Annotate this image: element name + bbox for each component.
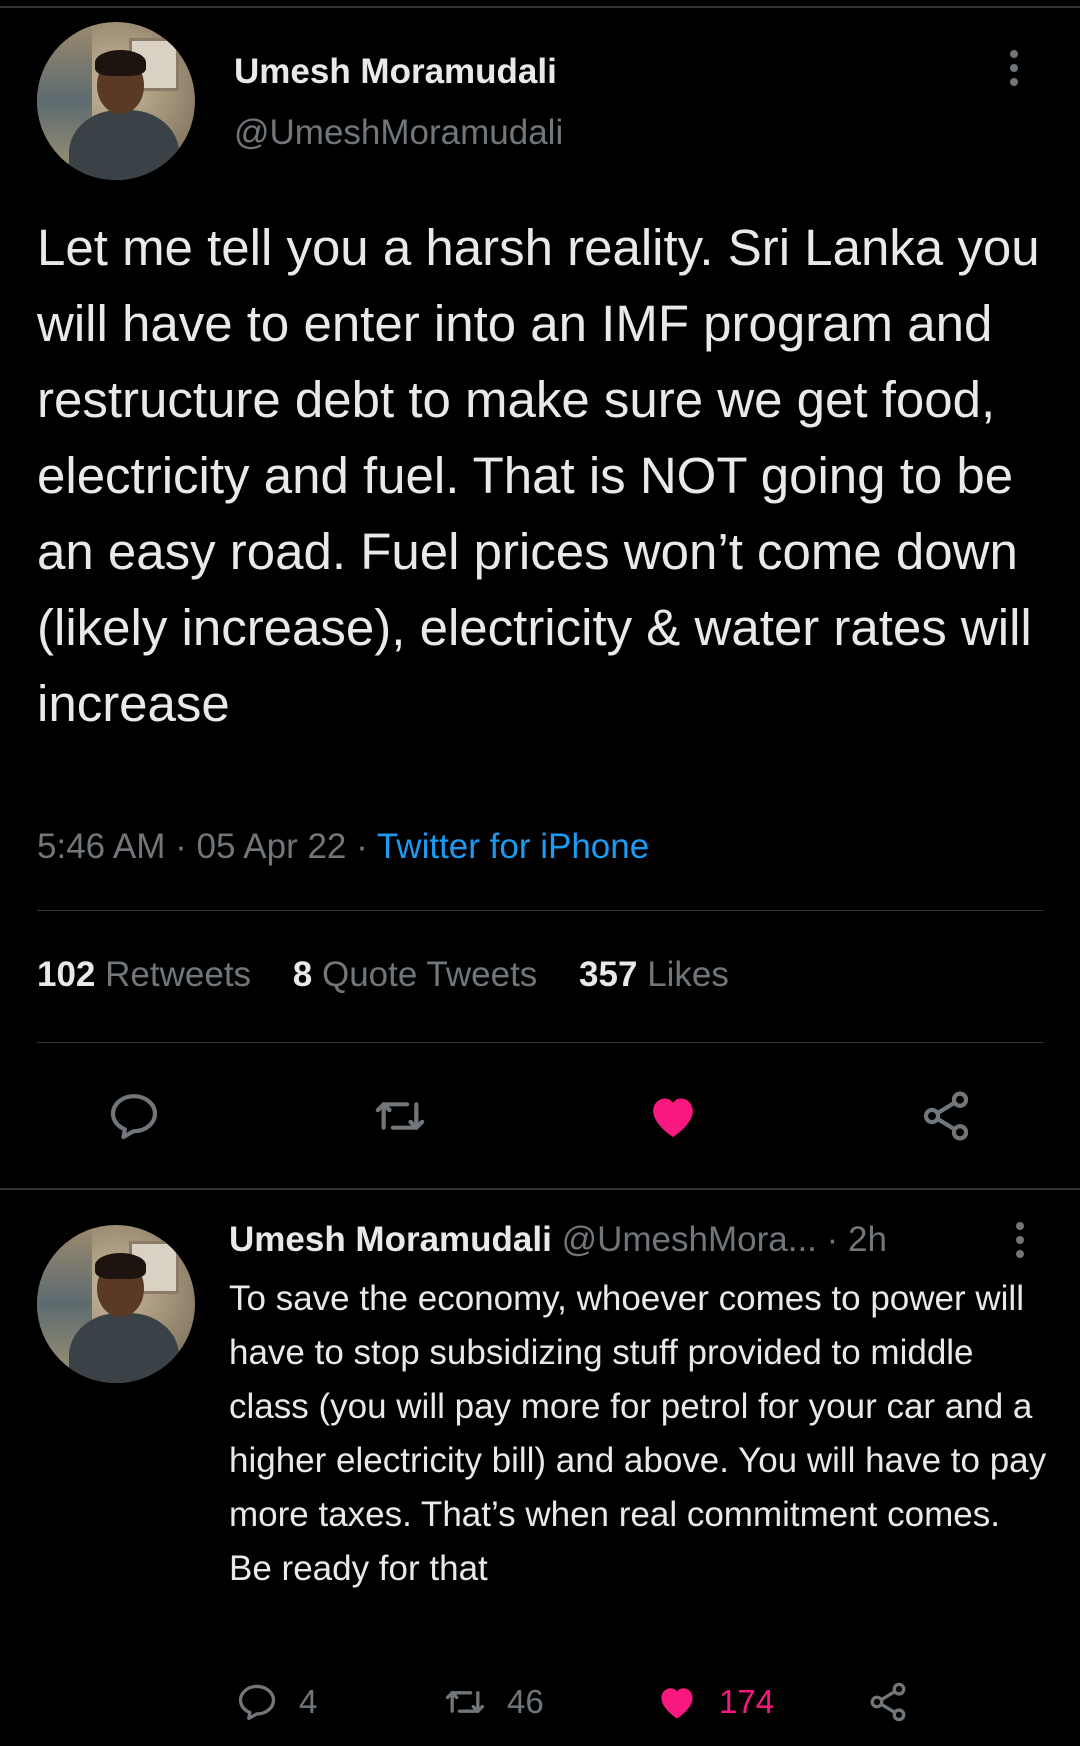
tweet-time: 5:46 AM	[37, 827, 166, 866]
share-icon	[870, 1682, 906, 1722]
tweet-stats: 102 Retweets 8 Quote Tweets 357 Likes	[37, 955, 761, 995]
quote-tweets-stat[interactable]: 8 Quote Tweets	[293, 955, 538, 994]
reply-text: To save the economy, whoever comes to po…	[229, 1279, 1047, 1588]
top-divider	[0, 6, 1080, 8]
tweet-divider	[0, 1188, 1080, 1190]
reply-more-options-icon[interactable]	[1014, 1222, 1026, 1266]
likes-stat[interactable]: 357 Likes	[579, 955, 729, 994]
reply-count: 4	[299, 1683, 318, 1720]
tweet-meta: 5:46 AM · 05 Apr 22 · Twitter for iPhone	[37, 827, 650, 866]
more-options-icon[interactable]	[1008, 50, 1020, 94]
reply-header: Umesh Moramudali @UmeshMora... · 2h	[229, 1220, 887, 1259]
divider	[37, 1042, 1044, 1043]
like-count: 174	[719, 1683, 775, 1720]
reply-reply-button[interactable]: 4	[235, 1680, 317, 1724]
tweet-date: 05 Apr 22	[196, 827, 347, 866]
divider	[37, 910, 1044, 911]
reply-retweet-button[interactable]: 46	[443, 1680, 544, 1724]
avatar[interactable]	[37, 22, 195, 180]
reply-time[interactable]: 2h	[848, 1220, 887, 1259]
reply-author-handle[interactable]: @UmeshMora...	[562, 1220, 817, 1259]
tweet-text: Let me tell you a harsh reality. Sri Lan…	[37, 219, 1040, 732]
reply-icon	[238, 1684, 276, 1721]
reply-icon[interactable]	[106, 1088, 162, 1144]
reply-like-button[interactable]: 174	[655, 1680, 774, 1724]
author-name[interactable]: Umesh Moramudali	[234, 52, 557, 92]
reply-avatar[interactable]	[37, 1225, 195, 1383]
reply-share-button[interactable]	[866, 1680, 930, 1724]
reply-author-name[interactable]: Umesh Moramudali	[229, 1220, 552, 1259]
heart-icon	[661, 1688, 693, 1719]
retweet-count: 46	[507, 1683, 544, 1720]
share-icon[interactable]	[918, 1088, 974, 1144]
tweet-source-link[interactable]: Twitter for iPhone	[377, 827, 649, 866]
retweets-stat[interactable]: 102 Retweets	[37, 955, 251, 994]
retweet-icon[interactable]	[372, 1088, 428, 1144]
retweet-icon	[445, 1691, 485, 1713]
author-handle[interactable]: @UmeshMoramudali	[234, 113, 563, 153]
heart-icon[interactable]	[645, 1088, 701, 1144]
